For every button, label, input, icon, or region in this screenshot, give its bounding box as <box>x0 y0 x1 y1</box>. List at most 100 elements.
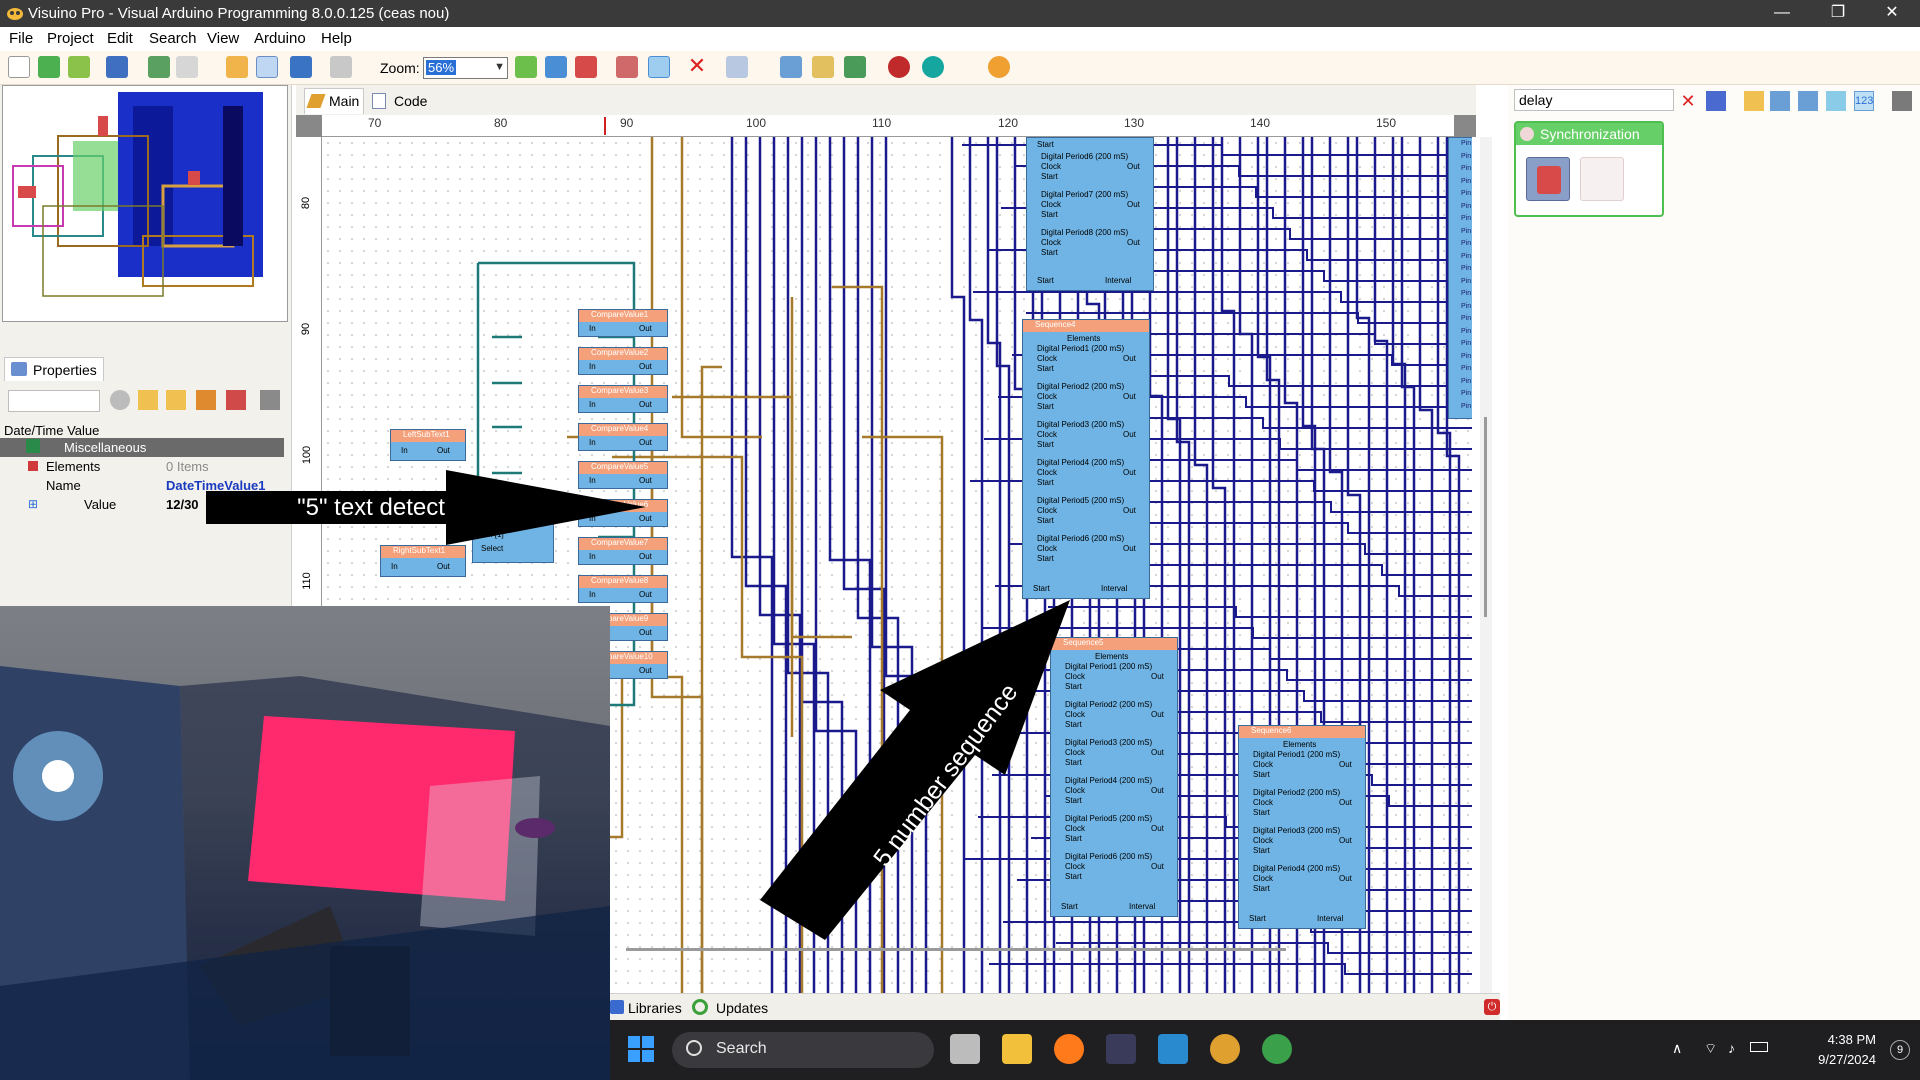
view-mode-icon[interactable] <box>1798 91 1818 111</box>
vertical-scrollbar[interactable] <box>1480 137 1492 1025</box>
start-icon[interactable] <box>626 1034 656 1064</box>
pin-clock: Clock <box>1037 392 1058 401</box>
menu-file[interactable]: File <box>9 30 33 47</box>
numbers-icon[interactable]: 123 <box>1854 91 1874 111</box>
pencil-icon <box>306 94 326 108</box>
components-icon[interactable] <box>616 56 638 78</box>
properties-search-input[interactable] <box>8 390 100 412</box>
ruler-tick: 150 <box>1376 116 1397 130</box>
restore-button[interactable]: ❐ <box>1810 0 1866 27</box>
toolbox-search-input[interactable]: delay <box>1514 89 1674 111</box>
overview-minimap[interactable] <box>2 85 288 322</box>
arduino-icon[interactable] <box>888 56 910 78</box>
zoom-fit-icon[interactable] <box>545 56 567 78</box>
component-block[interactable]: CompareValue3 In Out <box>578 385 668 413</box>
menu-edit[interactable]: Edit <box>107 30 133 47</box>
chrome-icon[interactable] <box>1262 1034 1292 1064</box>
save-icon[interactable] <box>106 56 128 78</box>
settings-tools-icon[interactable] <box>1892 91 1912 111</box>
updates-link[interactable]: Updates <box>716 1000 768 1016</box>
component-block[interactable]: CompareValue2 In Out <box>578 347 668 375</box>
preview-icon[interactable] <box>726 56 748 78</box>
collapse-all-icon[interactable] <box>1744 91 1764 111</box>
pin-label: Pin [23] <box>1461 177 1472 185</box>
power-icon[interactable]: ⏻ <box>1484 999 1500 1015</box>
zoom-select[interactable]: 56% ▼ <box>423 57 508 79</box>
collapse-icon[interactable] <box>166 390 186 410</box>
clock-date[interactable]: 9/27/2024 <box>1818 1052 1876 1067</box>
redo-icon[interactable] <box>330 56 352 78</box>
wifi-icon[interactable]: ⌔ <box>1704 1040 1717 1058</box>
property-group-label: Miscellaneous <box>64 440 147 455</box>
clear-search-icon[interactable]: ✕ <box>1678 91 1698 111</box>
taskbar-search[interactable]: Search <box>672 1032 934 1068</box>
property-group-row[interactable]: Miscellaneous <box>0 438 284 457</box>
zoom-out-icon[interactable] <box>575 56 597 78</box>
menu-arduino[interactable]: Arduino <box>254 30 306 47</box>
open-file-icon[interactable] <box>68 56 90 78</box>
chevron-up-icon[interactable]: ∧ <box>1672 1040 1682 1057</box>
delete-icon[interactable]: ✕ <box>686 55 708 78</box>
tab-code[interactable]: Code <box>368 88 432 114</box>
pin-icon[interactable] <box>226 390 246 410</box>
build-icon[interactable] <box>780 56 802 78</box>
sort-icon[interactable] <box>196 390 216 410</box>
horizontal-scrollbar[interactable] <box>626 948 1286 951</box>
connect-icon[interactable] <box>648 56 670 78</box>
serial-icon[interactable] <box>844 56 866 78</box>
export-icon[interactable] <box>176 56 198 78</box>
import-icon[interactable] <box>148 56 170 78</box>
filter-icon[interactable] <box>110 390 130 410</box>
component-block[interactable]: Start Digital Period6 (200 mS) Clock Out Sta… <box>1026 137 1154 291</box>
battery-icon[interactable] <box>1750 1042 1768 1052</box>
component-block[interactable]: CompareValue1 In Out <box>578 309 668 337</box>
upload-icon[interactable] <box>812 56 834 78</box>
calendar-app-icon[interactable] <box>1106 1034 1136 1064</box>
pin-clock: Clock <box>1253 874 1274 883</box>
tab-properties[interactable]: Properties <box>4 357 104 381</box>
component-block[interactable]: CompareValue8 In Out <box>578 575 668 603</box>
new-file-icon[interactable] <box>8 56 30 78</box>
component-block[interactable]: Sequence4 Elements Digital Period1 (200 mS… <box>1022 319 1150 599</box>
pin-clock: Clock <box>1037 468 1058 477</box>
component-block[interactable]: Sequence6 Elements Digital Period1 (200 mS… <box>1238 725 1366 929</box>
visuino-taskbar-icon[interactable] <box>1210 1034 1240 1064</box>
expand-plus-icon[interactable]: ⊞ <box>28 497 38 511</box>
grid-icon[interactable] <box>256 56 278 78</box>
expand-all-icon[interactable] <box>1770 91 1790 111</box>
file-explorer-icon[interactable] <box>1002 1034 1032 1064</box>
expand-icon[interactable] <box>138 390 158 410</box>
theme-moon-icon[interactable] <box>988 56 1010 78</box>
volume-icon[interactable]: ♪ <box>1728 1040 1735 1056</box>
align-icon[interactable] <box>226 56 248 78</box>
task-view-icon[interactable] <box>950 1034 980 1064</box>
component-block[interactable]: LeftSubText1 In Out <box>390 429 466 461</box>
firefox-icon[interactable] <box>1054 1034 1084 1064</box>
delay-component-icon[interactable] <box>1526 157 1570 201</box>
open-example-icon[interactable] <box>38 56 60 78</box>
pin-out: Out <box>639 400 652 409</box>
menu-help[interactable]: Help <box>321 30 352 47</box>
tab-main[interactable]: Main <box>304 88 364 114</box>
zoom-in-icon[interactable] <box>515 56 537 78</box>
menu-project[interactable]: Project <box>47 30 94 47</box>
filter-wizard-icon[interactable] <box>1706 91 1726 111</box>
notification-badge[interactable]: 9 <box>1890 1040 1910 1060</box>
menu-search[interactable]: Search <box>149 30 197 47</box>
undo-icon[interactable] <box>290 56 312 78</box>
notepad-icon[interactable] <box>1158 1034 1188 1064</box>
libraries-link[interactable]: Libraries <box>628 1000 682 1016</box>
minimize-button[interactable]: — <box>1754 0 1810 27</box>
menu-view[interactable]: View <box>207 30 239 47</box>
delay-disabled-icon[interactable] <box>1580 157 1624 201</box>
arduino-pin-column[interactable]: Pin [20] Pin [21] Pin [22] Pin [23] Pin [24]… <box>1448 137 1472 419</box>
favorites-icon[interactable] <box>1826 91 1846 111</box>
tools-icon[interactable] <box>260 390 280 410</box>
close-button[interactable]: ✕ <box>1864 0 1920 27</box>
component-block[interactable]: RightSubText1 In Out <box>380 545 466 577</box>
scrollbar-thumb[interactable] <box>1484 417 1487 617</box>
board-icon[interactable] <box>922 56 944 78</box>
component-block[interactable]: CompareValue4 In Out <box>578 423 668 451</box>
clock-time[interactable]: 4:38 PM <box>1828 1032 1876 1047</box>
toolbox-category-synchronization[interactable]: Synchronization <box>1514 121 1664 217</box>
